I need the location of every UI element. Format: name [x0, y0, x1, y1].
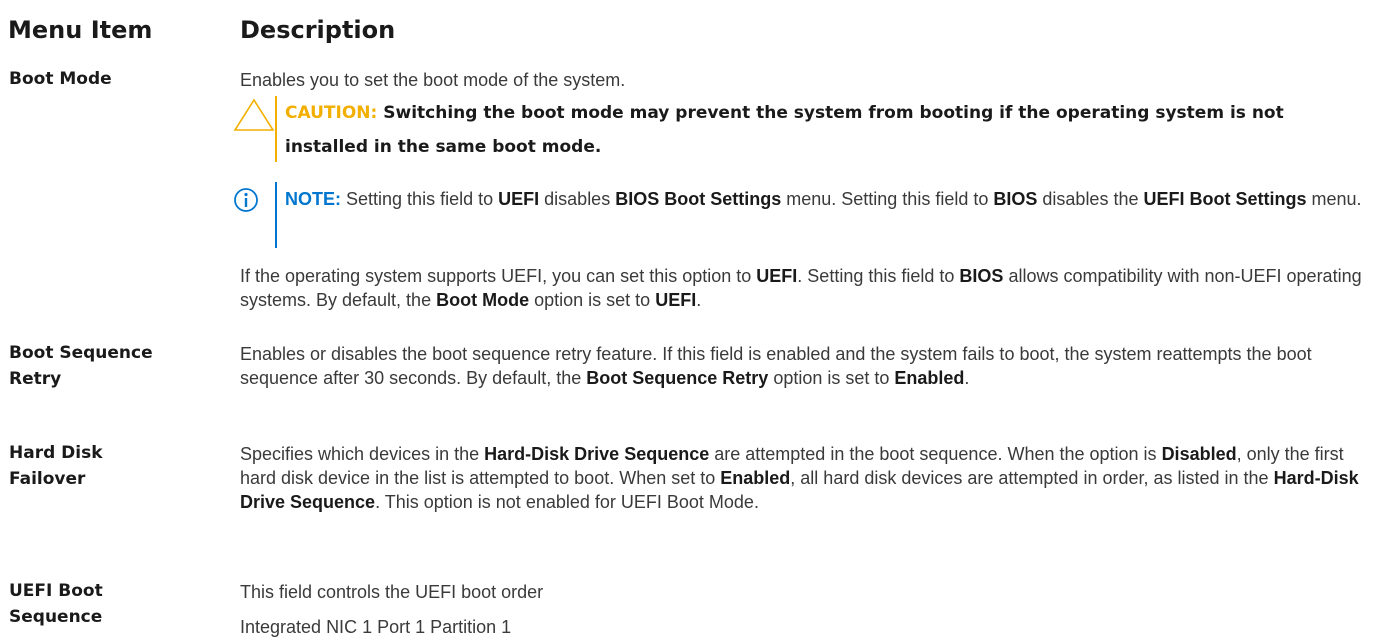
bold-part: Disabled — [1161, 444, 1237, 464]
note-bold-part: BIOS Boot Settings — [615, 189, 782, 209]
text-part: option is set to — [534, 290, 651, 310]
row-label-boot-sequence-retry: Boot Sequence Retry — [9, 340, 209, 392]
bold-part: Hard-Disk Drive Sequence — [484, 444, 710, 464]
bold-part: BIOS — [959, 266, 1004, 286]
caution-triangle-icon — [232, 96, 276, 137]
note-bar — [275, 182, 277, 248]
label-line: Hard Disk — [9, 443, 103, 463]
row-label-hard-disk-failover: Hard Disk Failover — [9, 440, 209, 492]
uefi-boot-sequence-line-1: This field controls the UEFI boot order — [240, 582, 544, 602]
bold-part: UEFI — [655, 290, 697, 310]
text-part: . — [964, 368, 970, 388]
bold-part: Enabled — [894, 368, 965, 388]
boot-mode-intro: Enables you to set the boot mode of the … — [240, 70, 626, 90]
boot-mode-paragraph: If the operating system supports UEFI, y… — [240, 264, 1370, 312]
note-bold-part: BIOS — [993, 189, 1038, 209]
caution-message: Switching the boot mode may prevent the … — [285, 103, 1284, 157]
text-part: . This option is not enabled for UEFI Bo… — [375, 492, 759, 512]
caution-text: CAUTION: Switching the boot mode may pre… — [285, 96, 1372, 164]
row-label-boot-mode: Boot Mode — [9, 69, 112, 89]
row-label-uefi-boot-sequence: UEFI Boot Sequence — [9, 578, 209, 630]
note-text-part: menu. Setting this field to — [786, 189, 989, 209]
text-part: . Setting this field to — [797, 266, 955, 286]
note-callout: NOTE: Setting this field to UEFI disable… — [232, 182, 1372, 248]
boot-sequence-retry-description: Enables or disables the boot sequence re… — [240, 342, 1370, 390]
caution-callout: CAUTION: Switching the boot mode may pre… — [232, 96, 1372, 162]
text-part: are attempted in the boot sequence. When… — [714, 444, 1157, 464]
note-bold-part: UEFI — [498, 189, 540, 209]
uefi-boot-sequence-line-2: Integrated NIC 1 Port 1 Partition 1 — [240, 617, 512, 637]
note-bold-part: UEFI Boot Settings — [1143, 189, 1307, 209]
note-text-part: disables — [544, 189, 611, 209]
caution-bar — [275, 96, 277, 162]
text-part: If the operating system supports UEFI, y… — [240, 266, 752, 286]
note-text-part: Setting this field to — [346, 189, 494, 209]
column-header-menu-item: Menu Item — [8, 16, 153, 44]
bold-part: Boot Sequence Retry — [586, 368, 769, 388]
text-part: Specifies which devices in the — [240, 444, 480, 464]
label-line: Boot Sequence — [9, 343, 153, 363]
label-line: UEFI Boot — [9, 581, 103, 601]
label-line: Failover — [9, 469, 86, 489]
note-text-part: disables the — [1042, 189, 1139, 209]
bold-part: UEFI — [756, 266, 798, 286]
note-text-part: menu. — [1311, 189, 1362, 209]
note-tag: NOTE: — [285, 189, 341, 209]
hard-disk-failover-description: Specifies which devices in the Hard-Disk… — [240, 442, 1370, 514]
note-text: NOTE: Setting this field to UEFI disable… — [285, 182, 1372, 216]
text-part: . — [696, 290, 702, 310]
column-header-description: Description — [240, 16, 396, 44]
info-icon — [232, 182, 262, 221]
bold-part: Boot Mode — [436, 290, 530, 310]
text-part: option is set to — [773, 368, 890, 388]
label-line: Retry — [9, 369, 62, 389]
caution-tag: CAUTION: — [285, 103, 378, 123]
label-line: Sequence — [9, 607, 103, 627]
text-part: , all hard disk devices are attempted in… — [790, 468, 1269, 488]
bold-part: Enabled — [720, 468, 791, 488]
